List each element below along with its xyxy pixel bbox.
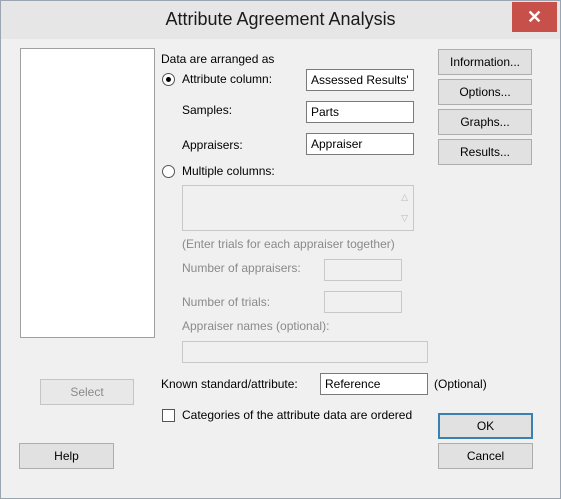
samples-label: Samples: (182, 103, 233, 117)
radio-selected-dot (166, 77, 171, 82)
title-bar: Attribute Agreement Analysis ✕ (1, 1, 560, 39)
variable-listbox[interactable] (20, 48, 155, 338)
results-button[interactable]: Results... (438, 139, 532, 165)
multiple-columns-hint: (Enter trials for each appraiser togethe… (182, 237, 395, 251)
arrangement-heading: Data are arranged as (161, 52, 275, 66)
appraiser-names-input[interactable] (182, 341, 428, 363)
close-button[interactable]: ✕ (512, 2, 557, 32)
scroll-up-icon: △ (401, 192, 408, 202)
appraiser-names-label: Appraiser names (optional): (182, 319, 330, 333)
information-button[interactable]: Information... (438, 49, 532, 75)
known-standard-input[interactable]: Reference (320, 373, 428, 395)
known-standard-label: Known standard/attribute: (161, 377, 298, 391)
multiple-columns-label: Multiple columns: (182, 164, 275, 178)
select-button[interactable]: Select (40, 379, 134, 405)
graphs-button[interactable]: Graphs... (438, 109, 532, 135)
attribute-column-radio[interactable] (162, 73, 175, 86)
multiple-columns-input[interactable]: △ ▽ (182, 185, 414, 231)
multiple-columns-radio[interactable] (162, 165, 175, 178)
attribute-column-input[interactable]: Assessed Results' (306, 69, 414, 91)
ordered-categories-label: Categories of the attribute data are ord… (182, 408, 413, 422)
appraisers-label: Appraisers: (182, 138, 243, 152)
cancel-button[interactable]: Cancel (438, 443, 533, 469)
options-button[interactable]: Options... (438, 79, 532, 105)
optional-note: (Optional) (434, 377, 487, 391)
attribute-column-label: Attribute column: (182, 72, 273, 86)
num-trials-label: Number of trials: (182, 295, 271, 309)
num-appraisers-input[interactable] (324, 259, 402, 281)
ordered-categories-checkbox[interactable] (162, 409, 175, 422)
num-appraisers-label: Number of appraisers: (182, 261, 301, 275)
window-title: Attribute Agreement Analysis (165, 9, 396, 29)
ok-button[interactable]: OK (438, 413, 533, 439)
dialog-window: Attribute Agreement Analysis ✕ Data are … (0, 0, 561, 499)
num-trials-input[interactable] (324, 291, 402, 313)
close-icon: ✕ (526, 6, 543, 27)
scroll-down-icon: ▽ (401, 213, 408, 223)
help-button[interactable]: Help (19, 443, 114, 469)
dialog-client: Data are arranged as Attribute column: A… (8, 39, 553, 493)
appraisers-input[interactable]: Appraiser (306, 133, 414, 155)
samples-input[interactable]: Parts (306, 101, 414, 123)
attribute-column-value: Assessed Results' (311, 73, 409, 87)
